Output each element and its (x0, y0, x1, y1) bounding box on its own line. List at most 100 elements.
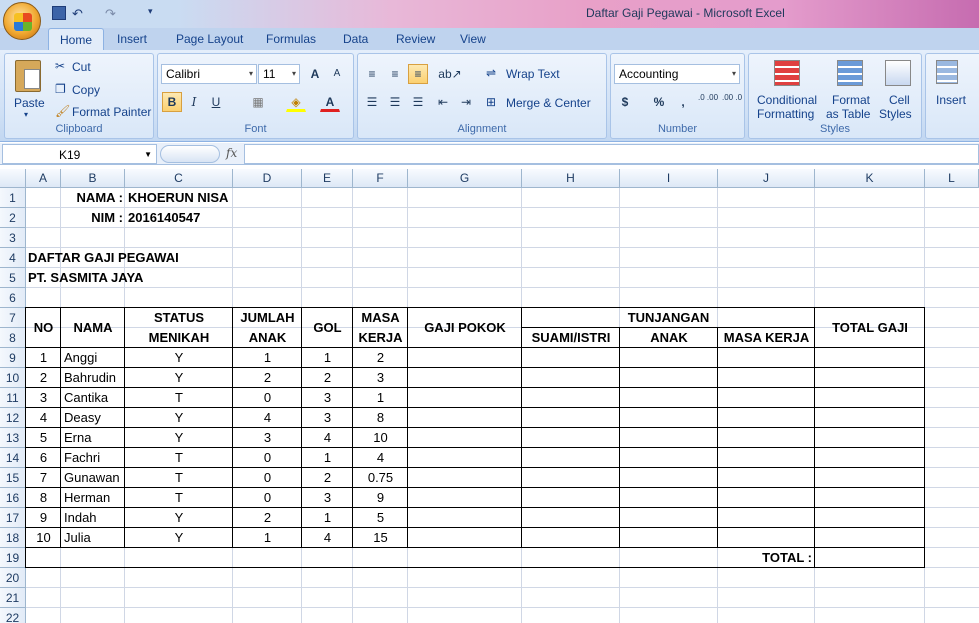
row-header-21[interactable]: 21 (0, 588, 26, 608)
paste-button[interactable]: Paste (14, 96, 45, 110)
wrap-text-button[interactable]: Wrap Text (506, 67, 560, 81)
font-color-button[interactable]: A (320, 92, 340, 112)
column-header-g[interactable]: G (408, 169, 522, 188)
format-as-table-button[interactable]: Format (832, 93, 870, 107)
office-button[interactable] (3, 2, 41, 40)
wrap-text-icon[interactable]: ⇌ (486, 66, 496, 80)
column-header-h[interactable]: H (522, 169, 620, 188)
row-header-11[interactable]: 11 (0, 388, 26, 408)
cell-styles-button[interactable]: Cell (889, 93, 910, 107)
copy-button[interactable]: Copy (72, 83, 100, 97)
align-bottom-icon[interactable]: ≡ (408, 64, 428, 84)
row-header-14[interactable]: 14 (0, 448, 26, 468)
decrease-indent-icon[interactable]: ⇤ (433, 92, 453, 112)
row-header-9[interactable]: 9 (0, 348, 26, 368)
tab-formulas[interactable]: Formulas (266, 32, 316, 46)
currency-button[interactable]: $ (615, 92, 635, 112)
borders-icon[interactable]: ▦ (248, 92, 268, 112)
conditional-formatting-icon[interactable] (774, 60, 800, 86)
number-format-box[interactable]: Accounting ▾ (614, 64, 740, 84)
format-painter-button[interactable]: Format Painter (72, 105, 151, 119)
align-center-icon[interactable]: ☰ (385, 92, 405, 112)
name-box[interactable]: K19 ▼ (2, 144, 157, 164)
save-icon[interactable] (52, 6, 66, 20)
conditional-formatting-button[interactable]: Conditional (757, 93, 817, 107)
cell-styles-icon[interactable] (885, 60, 911, 86)
row-header-6[interactable]: 6 (0, 288, 26, 308)
copy-icon[interactable]: ❐ (55, 82, 66, 96)
column-header-k[interactable]: K (815, 169, 925, 188)
row-header-8[interactable]: 8 (0, 328, 26, 348)
undo-icon[interactable]: ↶ (72, 6, 86, 21)
formula-expand-handle[interactable] (160, 145, 220, 163)
insert-cells-button[interactable]: Insert (936, 93, 966, 107)
insert-cells-icon[interactable] (936, 60, 958, 84)
bold-button[interactable]: B (162, 92, 182, 112)
column-header-j[interactable]: J (718, 169, 815, 188)
font-name-box[interactable]: Calibri ▾ (161, 64, 257, 84)
row-header-13[interactable]: 13 (0, 428, 26, 448)
tab-home[interactable]: Home (48, 28, 105, 50)
row-header-1[interactable]: 1 (0, 188, 26, 208)
tab-review[interactable]: Review (396, 32, 435, 46)
font-size-box[interactable]: 11 ▾ (258, 64, 300, 84)
paste-icon[interactable] (15, 60, 41, 92)
align-middle-icon[interactable]: ≡ (385, 64, 405, 84)
tab-page-layout[interactable]: Page Layout (176, 32, 243, 46)
cut-button[interactable]: Cut (72, 60, 91, 74)
align-top-icon[interactable]: ≡ (362, 64, 382, 84)
row-header-4[interactable]: 4 (0, 248, 26, 268)
shrink-font-button[interactable]: A (327, 64, 347, 84)
column-header-b[interactable]: B (61, 169, 125, 188)
row-header-2[interactable]: 2 (0, 208, 26, 228)
alignment-group: ≡ ≡ ≡ ab↗ ⇌ Wrap Text ☰ ☰ ☰ ⇤ ⇥ ⊞ Merge … (357, 53, 607, 139)
column-header-c[interactable]: C (125, 169, 233, 188)
row-header-10[interactable]: 10 (0, 368, 26, 388)
row-header-12[interactable]: 12 (0, 408, 26, 428)
merge-center-button[interactable]: Merge & Center (506, 96, 591, 110)
increase-indent-icon[interactable]: ⇥ (456, 92, 476, 112)
customize-qat-icon[interactable]: ▾ (148, 6, 162, 20)
column-header-a[interactable]: A (26, 169, 61, 188)
row-header-15[interactable]: 15 (0, 468, 26, 488)
format-painter-icon[interactable]: 🖌 (55, 104, 70, 118)
format-as-table-icon[interactable] (837, 60, 863, 86)
italic-button[interactable]: I (184, 92, 204, 112)
tab-view[interactable]: View (460, 32, 486, 46)
insert-function-icon[interactable]: fx (226, 146, 237, 160)
cell-nama: Fachri (64, 450, 101, 465)
underline-button[interactable]: U (206, 92, 226, 112)
formula-input[interactable] (244, 144, 979, 164)
grow-font-button[interactable]: A (305, 64, 325, 84)
align-left-icon[interactable]: ☰ (362, 92, 382, 112)
row-header-18[interactable]: 18 (0, 528, 26, 548)
paste-dropdown-icon[interactable]: ▾ (24, 110, 28, 119)
row-header-17[interactable]: 17 (0, 508, 26, 528)
column-header-f[interactable]: F (353, 169, 408, 188)
orientation-icon[interactable]: ab↗ (436, 64, 464, 84)
select-all-corner[interactable] (0, 169, 26, 188)
column-header-d[interactable]: D (233, 169, 302, 188)
tab-data[interactable]: Data (343, 32, 368, 46)
row-header-3[interactable]: 3 (0, 228, 26, 248)
row-header-7[interactable]: 7 (0, 308, 26, 328)
row-header-19[interactable]: 19 (0, 548, 26, 568)
increase-decimal-button[interactable]: .0 .00 (697, 92, 719, 112)
merge-center-icon[interactable]: ⊞ (486, 95, 496, 109)
comma-button[interactable]: , (673, 92, 693, 112)
decrease-decimal-button[interactable]: .00 .0 (721, 92, 743, 112)
row-header-16[interactable]: 16 (0, 488, 26, 508)
align-right-icon[interactable]: ☰ (408, 92, 428, 112)
column-header-l[interactable]: L (925, 169, 979, 188)
row-header-22[interactable]: 22 (0, 608, 26, 623)
column-header-e[interactable]: E (302, 169, 353, 188)
tab-insert[interactable]: Insert (117, 32, 147, 46)
fill-color-icon[interactable]: ◈ (286, 92, 306, 112)
row-header-20[interactable]: 20 (0, 568, 26, 588)
row-header-5[interactable]: 5 (0, 268, 26, 288)
redo-icon[interactable]: ↷ (105, 6, 119, 21)
cut-icon[interactable]: ✂ (55, 59, 65, 73)
column-header-i[interactable]: I (620, 169, 718, 188)
worksheet-grid[interactable]: ABCDEFGHIJKL 1 2 3 4 5 6 7 8 9 10 11 12 13 14 15 16 17 18… (0, 169, 979, 623)
percent-button[interactable]: % (649, 92, 669, 112)
